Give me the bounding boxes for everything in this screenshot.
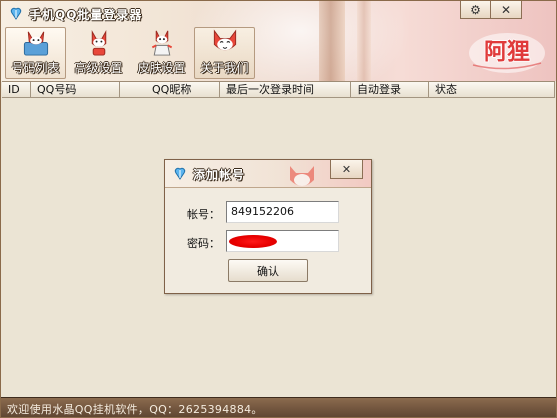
add-account-dialog: 添加帐号 ✕ 帐号： 849152206 密码： 确认	[164, 159, 372, 294]
toolbar: 号码列表 高级设置 皮肤设置 关于我们	[5, 27, 257, 79]
dialog-app-icon	[174, 167, 186, 180]
toolbar-label: 关于我们	[200, 61, 249, 75]
window-title: 手机QQ批量登录器	[29, 8, 143, 22]
table-header: ID QQ号码 QQ昵称 最后一次登录时间 自动登录 状态	[2, 82, 555, 98]
redaction-scribble	[229, 235, 277, 248]
dialog-title: 添加帐号	[193, 168, 246, 182]
toolbar-label: 号码列表	[11, 61, 60, 75]
column-header-qq-number[interactable]: QQ号码	[31, 82, 120, 98]
header-banner: 手机QQ批量登录器 ⚙ ✕ 阿狸 号码列表 高级设置 皮肤设置 关于我们	[1, 1, 556, 81]
fox-icon-about	[213, 29, 236, 51]
column-header-last-login[interactable]: 最后一次登录时间	[220, 82, 351, 98]
close-icon: ✕	[500, 2, 512, 17]
status-bar: 欢迎使用水晶QQ挂机软件，QQ：2625394884。	[1, 397, 556, 417]
settings-icon: ⚙	[470, 2, 481, 17]
column-header-auto-login[interactable]: 自动登录	[351, 82, 429, 98]
fox-icon-skin	[151, 30, 172, 56]
confirm-button[interactable]: 确认	[228, 259, 308, 282]
status-text: 欢迎使用水晶QQ挂机软件，QQ：2625394884。	[7, 403, 263, 416]
account-field[interactable]: 849152206	[226, 201, 339, 223]
toolbar-skin-settings[interactable]: 皮肤设置	[131, 27, 192, 79]
window-controls: ⚙ ✕	[460, 1, 522, 19]
fox-watermark-icon	[290, 166, 314, 186]
toolbar-label: 高级设置	[74, 61, 123, 75]
banner-pillar	[319, 1, 345, 81]
toolbar-about-us[interactable]: 关于我们	[194, 27, 255, 79]
column-header-status[interactable]: 状态	[429, 82, 555, 98]
password-label: 密码：	[187, 237, 220, 250]
toolbar-label: 皮肤设置	[137, 61, 186, 75]
account-label: 帐号：	[187, 208, 220, 221]
close-icon: ✕	[341, 162, 352, 176]
app-icon	[10, 7, 22, 20]
password-field[interactable]	[226, 230, 339, 252]
brand-logo-text: 阿狸	[484, 39, 530, 65]
fox-icon-list	[23, 31, 48, 56]
column-header-qq-nickname[interactable]: QQ昵称	[120, 82, 220, 98]
banner-pillar-small	[357, 1, 371, 81]
dialog-close-button[interactable]: ✕	[330, 160, 363, 179]
settings-button[interactable]: ⚙	[460, 1, 491, 19]
toolbar-advanced-settings[interactable]: 高级设置	[68, 27, 129, 79]
column-header-id[interactable]: ID	[2, 82, 31, 98]
main-window: 手机QQ批量登录器 ⚙ ✕ 阿狸 号码列表 高级设置 皮肤设置 关于我们 ID …	[0, 0, 557, 418]
fox-icon-advanced	[91, 30, 106, 56]
close-button[interactable]: ✕	[491, 1, 522, 19]
toolbar-number-list[interactable]: 号码列表	[5, 27, 66, 79]
dialog-body: 帐号： 849152206 密码： 确认	[165, 188, 371, 293]
brand-logo: 阿狸	[469, 33, 545, 73]
dialog-titlebar[interactable]: 添加帐号 ✕	[165, 160, 371, 188]
